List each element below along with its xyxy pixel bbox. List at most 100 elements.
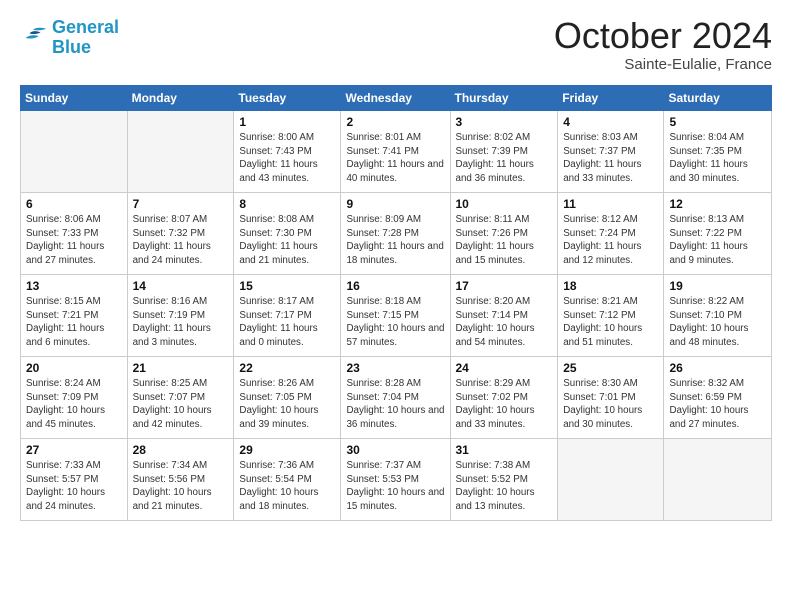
day-info: Sunrise: 8:07 AMSunset: 7:32 PMDaylight:…: [133, 213, 229, 268]
day-info: Sunrise: 8:25 AMSunset: 7:07 PMDaylight:…: [133, 377, 229, 432]
day-number: 9: [346, 197, 444, 211]
day-info: Sunrise: 8:26 AMSunset: 7:05 PMDaylight:…: [239, 377, 335, 432]
logo-icon: [20, 26, 48, 50]
calendar-cell: [21, 111, 128, 193]
calendar-cell: 17 Sunrise: 8:20 AMSunset: 7:14 PMDayligh…: [450, 275, 558, 357]
calendar-cell: 15 Sunrise: 8:17 AMSunset: 7:17 PMDayligh…: [234, 275, 341, 357]
calendar-table: Sunday Monday Tuesday Wednesday Thursday…: [20, 85, 772, 521]
day-number: 28: [133, 443, 229, 457]
day-info: Sunrise: 8:29 AMSunset: 7:02 PMDaylight:…: [456, 377, 553, 432]
calendar-cell: 18 Sunrise: 8:21 AMSunset: 7:12 PMDayligh…: [558, 275, 664, 357]
calendar-cell: 23Sunrise: 8:28 AMSunset: 7:04 PMDayligh…: [341, 357, 450, 439]
calendar-cell: 22 Sunrise: 8:26 AMSunset: 7:05 PMDayligh…: [234, 357, 341, 439]
day-info: Sunrise: 8:00 AMSunset: 7:43 PMDaylight:…: [239, 131, 335, 186]
calendar-cell: 13 Sunrise: 8:15 AMSunset: 7:21 PMDayligh…: [21, 275, 128, 357]
day-info: Sunrise: 8:17 AMSunset: 7:17 PMDaylight:…: [239, 295, 335, 350]
day-number: 8: [239, 197, 335, 211]
day-info: Sunrise: 8:28 AMSunset: 7:04 PMDaylight:…: [346, 377, 444, 432]
day-info: Sunrise: 8:12 AMSunset: 7:24 PMDaylight:…: [563, 213, 658, 268]
weekday-friday: Friday: [558, 86, 664, 111]
day-number: 16: [346, 279, 444, 293]
day-number: 26: [669, 361, 766, 375]
day-number: 31: [456, 443, 553, 457]
calendar-cell: 12 Sunrise: 8:13 AMSunset: 7:22 PMDayligh…: [664, 193, 772, 275]
calendar-cell: 20 Sunrise: 8:24 AMSunset: 7:09 PMDayligh…: [21, 357, 128, 439]
calendar-body: 1 Sunrise: 8:00 AMSunset: 7:43 PMDaylight…: [21, 111, 772, 521]
day-number: 3: [456, 115, 553, 129]
day-number: 29: [239, 443, 335, 457]
day-info: Sunrise: 8:24 AMSunset: 7:09 PMDaylight:…: [26, 377, 122, 432]
day-info: Sunrise: 8:09 AMSunset: 7:28 PMDaylight:…: [346, 213, 444, 268]
calendar-header: Sunday Monday Tuesday Wednesday Thursday…: [21, 86, 772, 111]
calendar-cell: 16Sunrise: 8:18 AMSunset: 7:15 PMDayligh…: [341, 275, 450, 357]
day-number: 11: [563, 197, 658, 211]
calendar-cell: 11 Sunrise: 8:12 AMSunset: 7:24 PMDayligh…: [558, 193, 664, 275]
calendar-cell: 3 Sunrise: 8:02 AMSunset: 7:39 PMDaylight…: [450, 111, 558, 193]
day-number: 19: [669, 279, 766, 293]
day-info: Sunrise: 8:08 AMSunset: 7:30 PMDaylight:…: [239, 213, 335, 268]
weekday-sunday: Sunday: [21, 86, 128, 111]
weekday-thursday: Thursday: [450, 86, 558, 111]
logo-line2: Blue: [52, 38, 119, 58]
weekday-saturday: Saturday: [664, 86, 772, 111]
day-info: Sunrise: 8:01 AMSunset: 7:41 PMDaylight:…: [346, 131, 444, 186]
calendar-cell: 9 Sunrise: 8:09 AMSunset: 7:28 PMDaylight…: [341, 193, 450, 275]
page-header: General Blue October 2024 Sainte-Eulalie…: [20, 18, 772, 73]
calendar-cell: 25 Sunrise: 8:30 AMSunset: 7:01 PMDayligh…: [558, 357, 664, 439]
calendar-cell: [558, 439, 664, 521]
calendar-cell: 24Sunrise: 8:29 AMSunset: 7:02 PMDayligh…: [450, 357, 558, 439]
day-number: 12: [669, 197, 766, 211]
calendar-cell: 8 Sunrise: 8:08 AMSunset: 7:30 PMDaylight…: [234, 193, 341, 275]
calendar-cell: 30Sunrise: 7:37 AMSunset: 5:53 PMDayligh…: [341, 439, 450, 521]
day-number: 27: [26, 443, 122, 457]
day-number: 18: [563, 279, 658, 293]
calendar-cell: 10 Sunrise: 8:11 AMSunset: 7:26 PMDayligh…: [450, 193, 558, 275]
day-info: Sunrise: 8:30 AMSunset: 7:01 PMDaylight:…: [563, 377, 658, 432]
calendar-cell: 29 Sunrise: 7:36 AMSunset: 5:54 PMDayligh…: [234, 439, 341, 521]
weekday-monday: Monday: [127, 86, 234, 111]
calendar-cell: [664, 439, 772, 521]
calendar-cell: 19Sunrise: 8:22 AMSunset: 7:10 PMDayligh…: [664, 275, 772, 357]
day-number: 17: [456, 279, 553, 293]
day-number: 22: [239, 361, 335, 375]
day-info: Sunrise: 8:16 AMSunset: 7:19 PMDaylight:…: [133, 295, 229, 350]
day-number: 1: [239, 115, 335, 129]
day-number: 25: [563, 361, 658, 375]
calendar-cell: 5Sunrise: 8:04 AMSunset: 7:35 PMDaylight…: [664, 111, 772, 193]
weekday-wednesday: Wednesday: [341, 86, 450, 111]
day-info: Sunrise: 7:34 AMSunset: 5:56 PMDaylight:…: [133, 459, 229, 514]
day-info: Sunrise: 8:06 AMSunset: 7:33 PMDaylight:…: [26, 213, 122, 268]
calendar-cell: 6Sunrise: 8:06 AMSunset: 7:33 PMDaylight…: [21, 193, 128, 275]
day-number: 10: [456, 197, 553, 211]
logo-line1: General: [52, 18, 119, 38]
logo: General Blue: [20, 18, 119, 58]
day-number: 20: [26, 361, 122, 375]
day-info: Sunrise: 8:02 AMSunset: 7:39 PMDaylight:…: [456, 131, 553, 186]
month-title: October 2024: [554, 18, 772, 54]
calendar-cell: 31Sunrise: 7:38 AMSunset: 5:52 PMDayligh…: [450, 439, 558, 521]
day-info: Sunrise: 8:04 AMSunset: 7:35 PMDaylight:…: [669, 131, 766, 186]
weekday-tuesday: Tuesday: [234, 86, 341, 111]
day-number: 2: [346, 115, 444, 129]
calendar-cell: 2 Sunrise: 8:01 AMSunset: 7:41 PMDaylight…: [341, 111, 450, 193]
calendar-cell: 27Sunrise: 7:33 AMSunset: 5:57 PMDayligh…: [21, 439, 128, 521]
day-info: Sunrise: 8:03 AMSunset: 7:37 PMDaylight:…: [563, 131, 658, 186]
day-info: Sunrise: 8:11 AMSunset: 7:26 PMDaylight:…: [456, 213, 553, 268]
day-info: Sunrise: 8:20 AMSunset: 7:14 PMDaylight:…: [456, 295, 553, 350]
location: Sainte-Eulalie, France: [554, 56, 772, 73]
day-number: 30: [346, 443, 444, 457]
day-number: 7: [133, 197, 229, 211]
title-block: October 2024 Sainte-Eulalie, France: [554, 18, 772, 73]
day-info: Sunrise: 7:36 AMSunset: 5:54 PMDaylight:…: [239, 459, 335, 514]
calendar-cell: [127, 111, 234, 193]
day-info: Sunrise: 8:15 AMSunset: 7:21 PMDaylight:…: [26, 295, 122, 350]
day-number: 15: [239, 279, 335, 293]
day-number: 14: [133, 279, 229, 293]
day-info: Sunrise: 8:13 AMSunset: 7:22 PMDaylight:…: [669, 213, 766, 268]
day-info: Sunrise: 8:21 AMSunset: 7:12 PMDaylight:…: [563, 295, 658, 350]
calendar-cell: 1 Sunrise: 8:00 AMSunset: 7:43 PMDaylight…: [234, 111, 341, 193]
calendar-cell: 7 Sunrise: 8:07 AMSunset: 7:32 PMDaylight…: [127, 193, 234, 275]
day-info: Sunrise: 8:32 AMSunset: 6:59 PMDaylight:…: [669, 377, 766, 432]
day-number: 13: [26, 279, 122, 293]
day-number: 21: [133, 361, 229, 375]
